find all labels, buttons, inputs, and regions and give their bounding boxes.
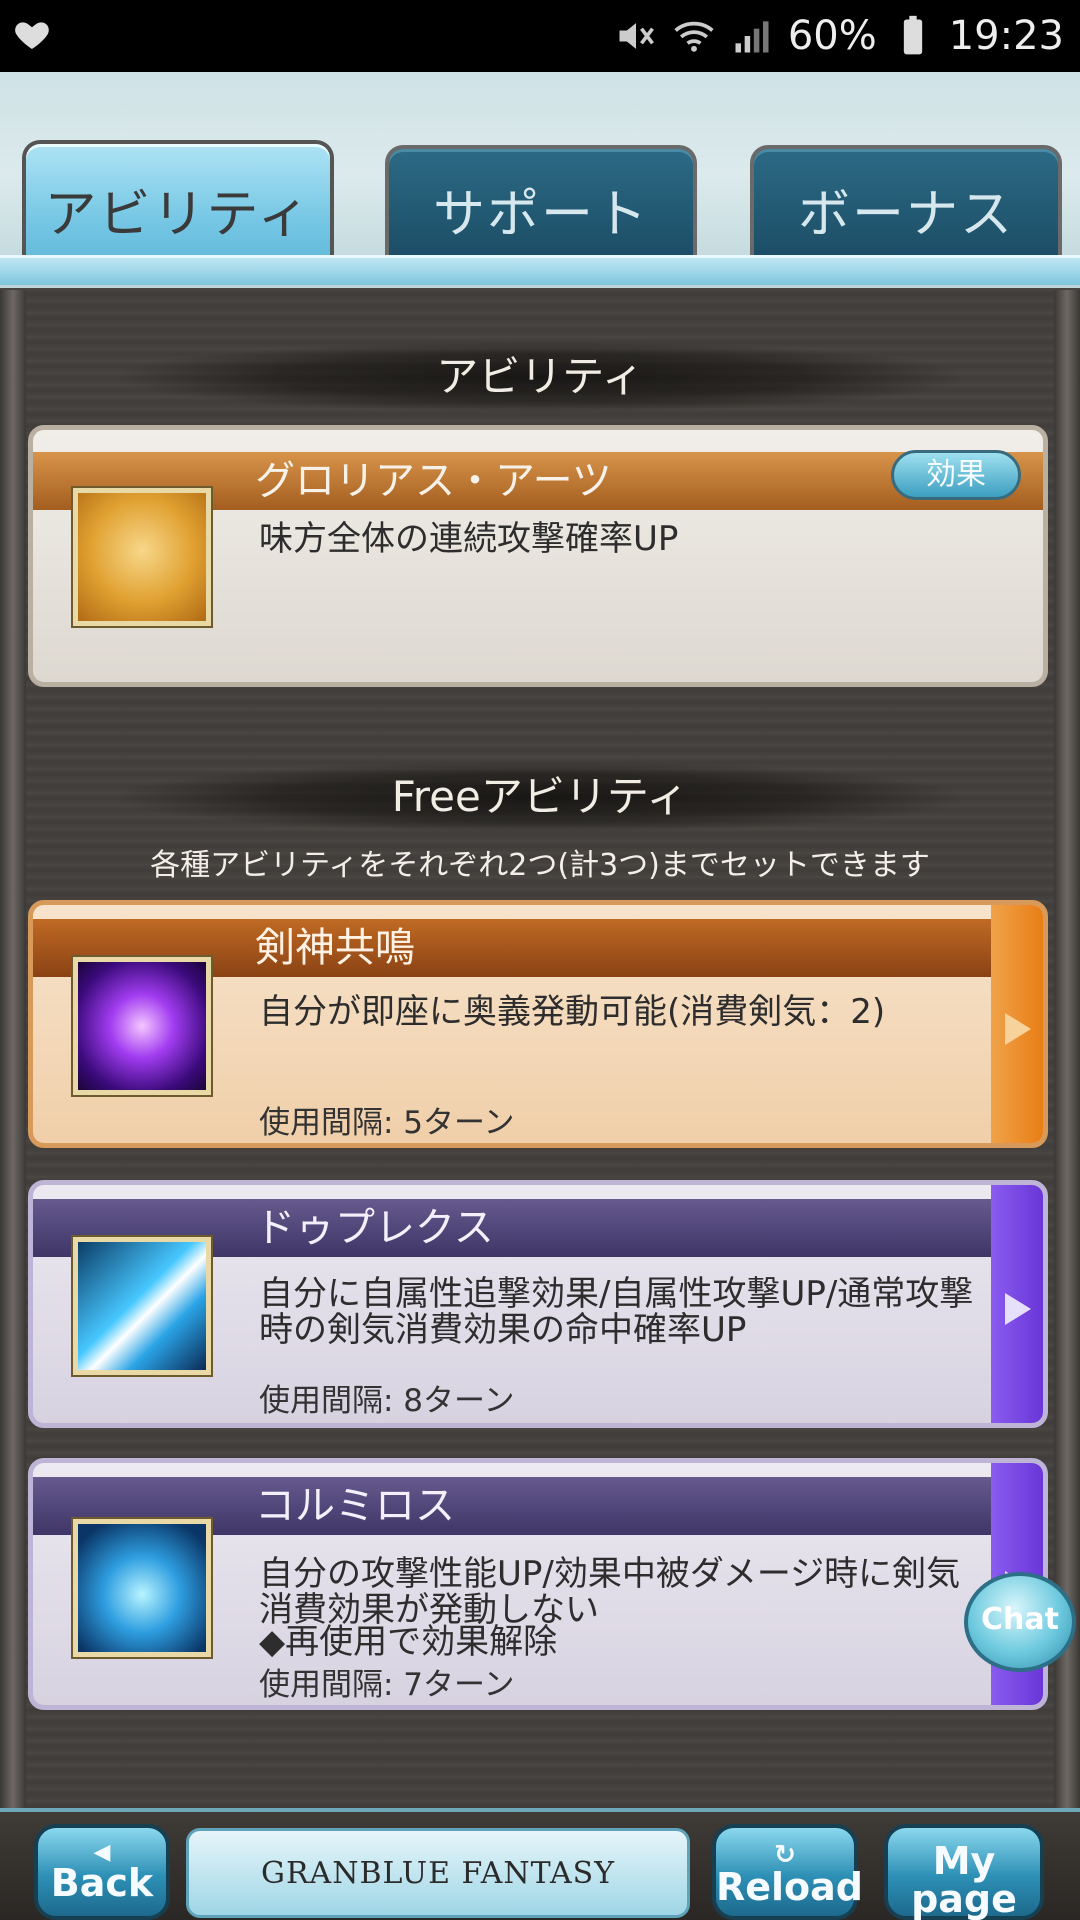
battery-icon xyxy=(903,15,922,55)
chat-button[interactable]: Chat xyxy=(964,1572,1076,1672)
effect-button[interactable]: 効果 xyxy=(891,450,1021,500)
arrow-right-icon xyxy=(1005,1013,1031,1045)
free-ability-note: 各種アビリティをそれぞれ2つ(計3つ)までセットできます xyxy=(150,848,930,883)
mypage-label-line2: page xyxy=(911,1877,1017,1920)
arrow-right-icon xyxy=(1005,1293,1031,1325)
status-bar: 60% 19:23 xyxy=(0,0,1080,72)
mypage-button[interactable]: My page xyxy=(884,1824,1044,1920)
free-ability-interval: 使用間隔: 7ターン xyxy=(259,1667,515,1703)
free-ability-card[interactable]: コルミロス 自分の攻撃性能UP/効果中被ダメージ時に剣気消費効果が発動しない ◆… xyxy=(28,1458,1048,1710)
tab-bonus[interactable]: ボーナス xyxy=(750,145,1062,270)
free-ability-description: 自分が即座に奥義発動可能(消費剣気：2) xyxy=(259,992,886,1032)
back-button[interactable]: ◀ Back xyxy=(34,1824,170,1920)
card-side-tab[interactable] xyxy=(991,1185,1043,1423)
duplex-icon xyxy=(73,1237,211,1375)
tab-support[interactable]: サポート xyxy=(385,145,697,270)
battery-percent: 60% xyxy=(787,13,877,59)
free-ability-interval: 使用間隔: 8ターン xyxy=(259,1383,515,1419)
bottom-nav: ◀ Back GRANBLUE FANTASY ↻ Reload My page xyxy=(0,1808,1080,1920)
main-ability-description: 味方全体の連続攻撃確率UP xyxy=(259,519,679,559)
tab-ability-label: アビリティ xyxy=(44,185,312,245)
free-ability-interval: 使用間隔: 5ターン xyxy=(259,1105,515,1141)
clock: 19:23 xyxy=(948,13,1064,59)
mute-icon xyxy=(619,23,654,49)
main-ability-card: グロリアス・アーツ 味方全体の連続攻撃確率UP 効果 xyxy=(28,425,1048,687)
status-right: 60% 19:23 xyxy=(614,0,1064,72)
right-pillar-decoration xyxy=(1054,290,1080,1810)
sword-resonance-icon xyxy=(73,957,211,1095)
wifi-icon xyxy=(674,21,714,52)
signal-icon xyxy=(735,21,769,53)
ability-section-title: アビリティ xyxy=(120,342,960,412)
heart-icon xyxy=(15,22,49,49)
mypage-label-line1: My xyxy=(932,1839,996,1883)
reload-label: Reload xyxy=(716,1865,864,1909)
game-logo: GRANBLUE FANTASY xyxy=(186,1828,690,1918)
free-ability-card[interactable]: ドゥプレクス 自分に自属性追撃効果/自属性攻撃UP/通常攻撃時の剣気消費効果の命… xyxy=(28,1180,1048,1428)
left-pillar-decoration xyxy=(0,290,26,1810)
free-ability-description: 自分の攻撃性能UP/効果中被ダメージ時に剣気消費効果が発動しない xyxy=(259,1554,961,1630)
card-side-tab[interactable] xyxy=(991,905,1043,1143)
colmillos-icon xyxy=(73,1519,211,1657)
back-label: Back xyxy=(50,1861,154,1905)
tab-support-label: サポート xyxy=(432,185,649,245)
glorious-arts-icon xyxy=(73,488,211,626)
reload-button[interactable]: ↻ Reload xyxy=(712,1824,864,1920)
free-ability-card[interactable]: 剣神共鳴 自分が即座に奥義発動可能(消費剣気：2) 使用間隔: 5ターン xyxy=(28,900,1048,1148)
free-ability-section-title: Freeアビリティ xyxy=(120,762,960,832)
free-ability-note: ◆再使用で効果解除 xyxy=(259,1622,558,1662)
tab-underline xyxy=(0,255,1080,285)
free-ability-description: 自分に自属性追撃効果/自属性攻撃UP/通常攻撃時の剣気消費効果の命中確率UP xyxy=(259,1274,974,1350)
tab-bonus-label: ボーナス xyxy=(797,185,1014,245)
